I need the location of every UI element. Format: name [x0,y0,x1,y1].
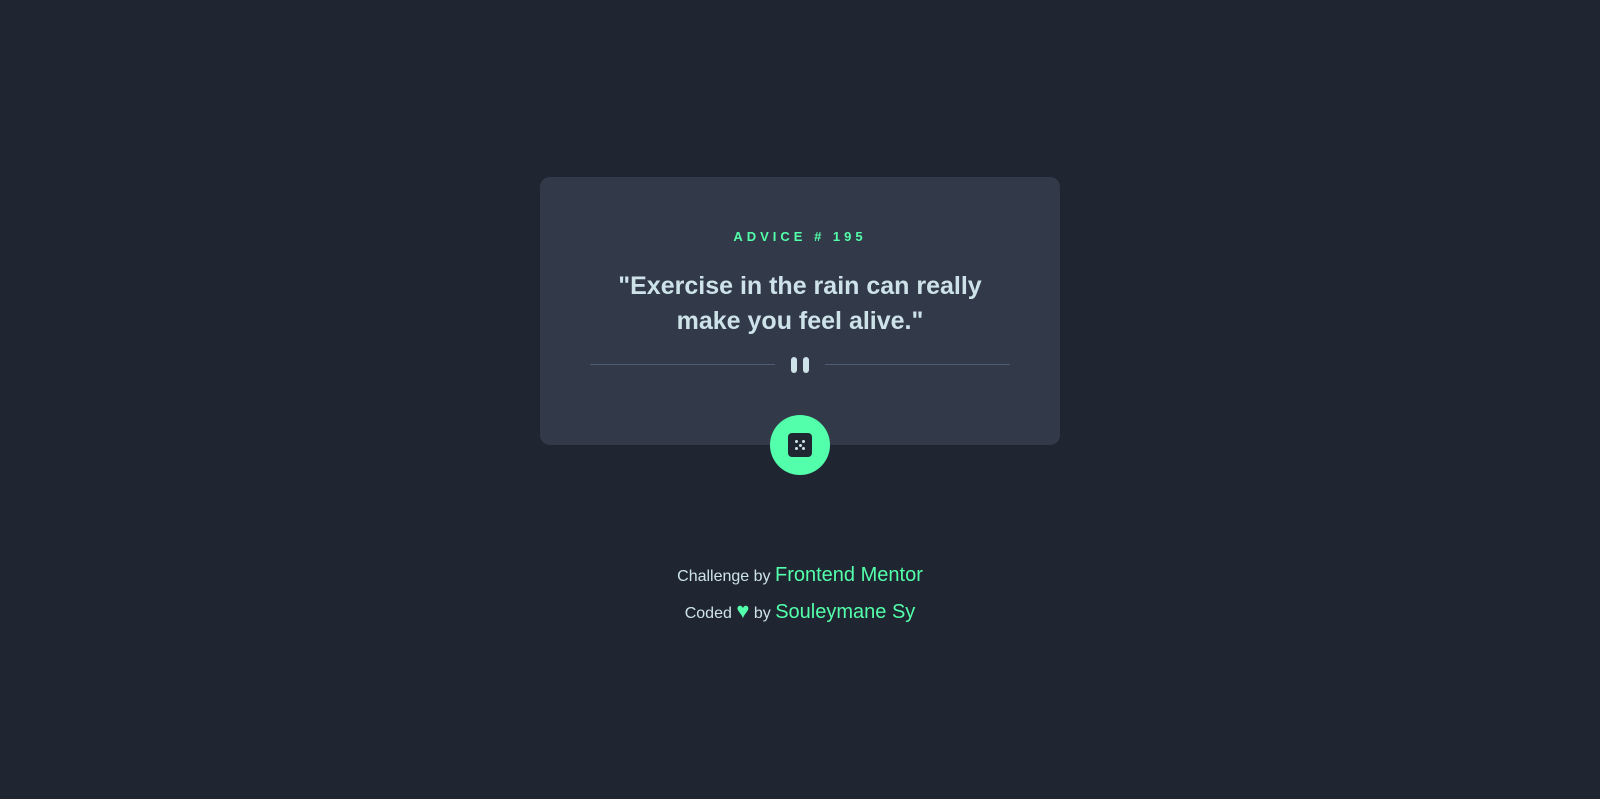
divider-line-right [825,364,1010,365]
heart-icon: ♥ [736,598,750,623]
challenge-text: Challenge by [677,568,771,585]
pause-icon [790,357,810,373]
coded-text: Coded [684,605,732,622]
advice-quote: "Exercise in the rain can really make yo… [618,272,982,335]
advice-card: ADVICE # 195 "Exercise in the rain can r… [540,177,1060,445]
author-link[interactable]: Souleymane Sy [775,601,915,623]
generate-advice-button[interactable] [770,415,830,475]
author-attribution: Coded ♥ by Souleymane Sy [0,593,1600,629]
divider [590,357,1010,373]
dice-icon [788,433,812,457]
divider-line-left [590,364,775,365]
frontend-mentor-link[interactable]: Frontend Mentor [775,564,923,586]
attribution-footer: Challenge by Frontend Mentor Coded ♥ by … [0,557,1600,629]
by-text: by [753,605,771,622]
advice-id-label: ADVICE # 195 [733,229,867,244]
challenge-attribution: Challenge by Frontend Mentor [0,557,1600,593]
